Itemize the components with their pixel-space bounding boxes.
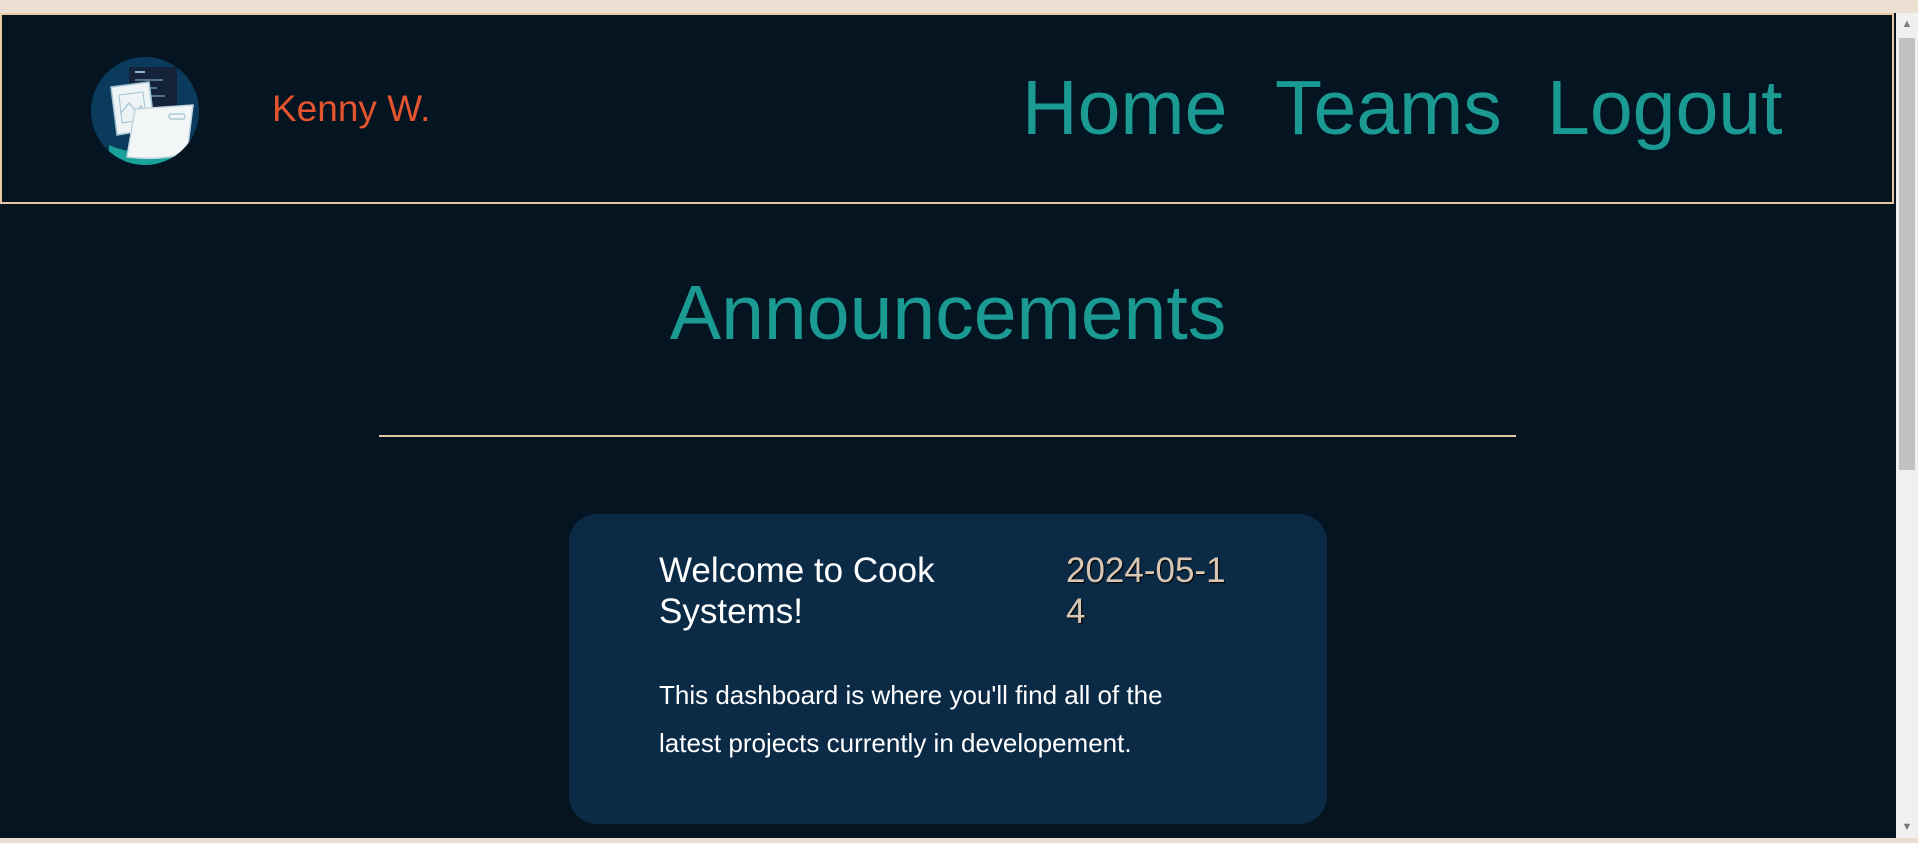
announcement-title: Welcome to Cook Systems! bbox=[659, 551, 935, 631]
title-divider bbox=[379, 435, 1516, 437]
vertical-scrollbar[interactable]: ▲ ▼ bbox=[1896, 13, 1918, 838]
top-navbar: Kenny W. Home Teams Logout bbox=[0, 13, 1894, 204]
page-title: Announcements bbox=[669, 270, 1227, 356]
scroll-up-arrow-icon[interactable]: ▲ bbox=[1896, 13, 1918, 35]
app-viewport: Kenny W. Home Teams Logout Announcements… bbox=[0, 13, 1896, 838]
nav-link-logout[interactable]: Logout bbox=[1547, 70, 1783, 147]
announcement-body: This dashboard is where you'll find all … bbox=[659, 680, 1163, 758]
scrollbar-thumb[interactable] bbox=[1899, 38, 1915, 470]
nav-link-teams[interactable]: Teams bbox=[1275, 70, 1502, 147]
main-nav: Home Teams Logout bbox=[2, 70, 1892, 160]
announcement-card: Welcome to Cook Systems! 2024-05-14 This… bbox=[569, 514, 1327, 824]
nav-link-home[interactable]: Home bbox=[1022, 70, 1227, 147]
announcement-date: 2024-05-14 bbox=[1066, 551, 1226, 631]
window-bottom-border bbox=[0, 838, 1918, 843]
scroll-down-arrow-icon[interactable]: ▼ bbox=[1896, 816, 1918, 838]
